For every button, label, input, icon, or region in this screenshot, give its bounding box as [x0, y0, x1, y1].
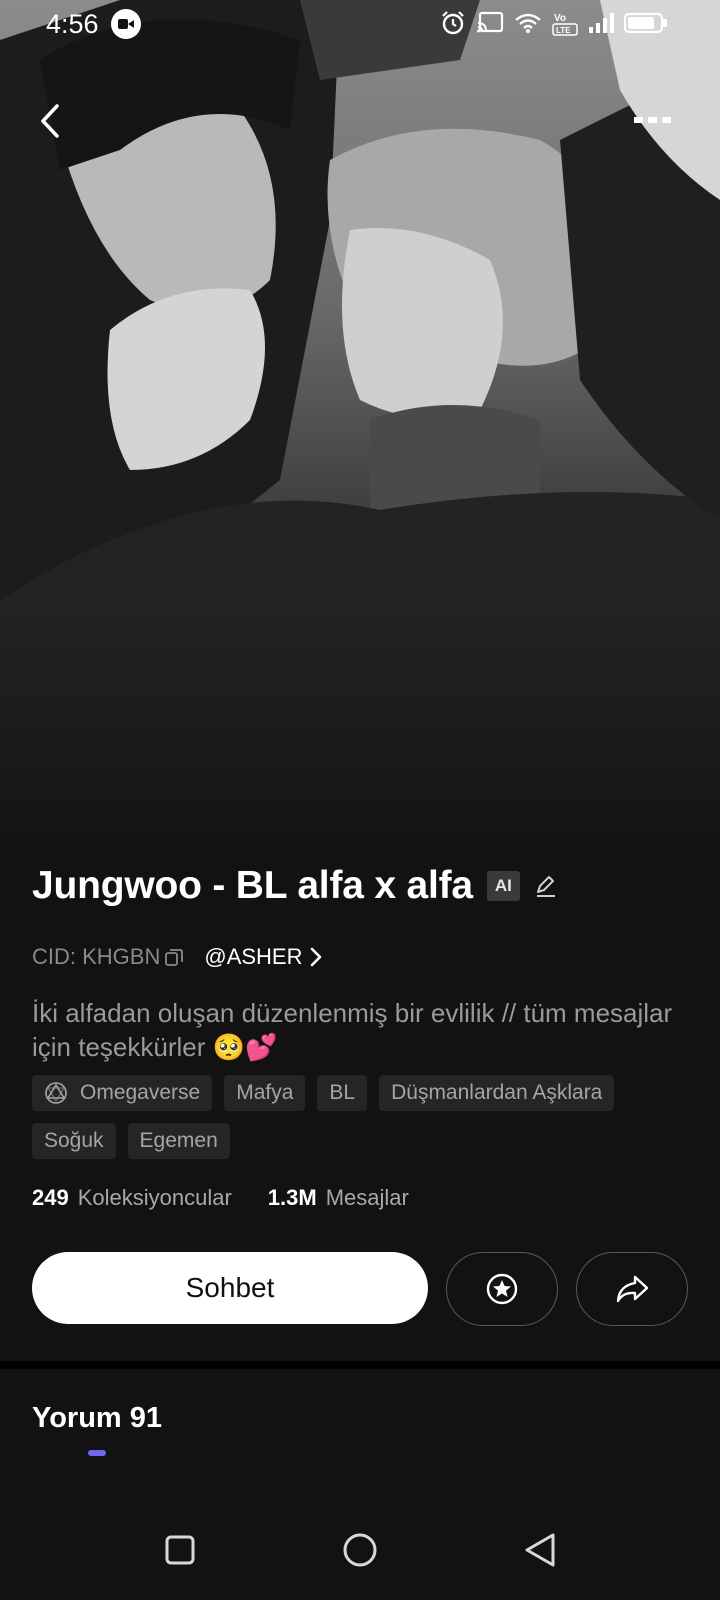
status-icons: Vo LTE [440, 10, 668, 36]
tab-comments[interactable]: Yorum 91 [32, 1402, 163, 1456]
more-dot [661, 117, 671, 123]
screen-record-icon [110, 9, 141, 39]
back-button[interactable] [30, 96, 70, 146]
tag-omegaverse[interactable]: Omegaverse [32, 1075, 213, 1111]
home-circle-icon [343, 1533, 377, 1567]
tag-label: Egemen [139, 1129, 218, 1152]
tag-label: Düşmanlardan Aşklara [391, 1081, 603, 1104]
signal-icon [589, 13, 614, 33]
tag-label: Omegaverse [80, 1081, 201, 1104]
status-bar: 4:56 Vo LTE [0, 0, 720, 48]
chat-button[interactable]: Sohbet [32, 1252, 428, 1324]
stats-row: 249 Koleksiyoncular 1.3M Mesajlar [32, 1185, 409, 1211]
system-back-button[interactable] [510, 1520, 570, 1580]
messages-label: Mesajlar [325, 1185, 409, 1210]
svg-text:LTE: LTE [556, 26, 571, 35]
alarm-icon [442, 11, 464, 35]
title-row: Jungwoo - BL alfa x alfa AI [32, 860, 558, 912]
section-divider [0, 1361, 720, 1369]
copy-icon[interactable] [164, 947, 184, 967]
system-nav-bar [0, 1500, 720, 1600]
recents-square-icon [165, 1535, 195, 1565]
omegaverse-icon [45, 1082, 67, 1104]
favorite-button[interactable] [446, 1252, 558, 1326]
cast-icon [477, 11, 504, 33]
battery-icon [624, 12, 667, 34]
character-id: CID: KHGBN [32, 944, 161, 969]
character-name: Jungwoo - BL alfa x alfa [32, 864, 473, 907]
tag-label: BL [329, 1081, 356, 1104]
collectors-label: Koleksiyoncular [77, 1185, 232, 1210]
character-cover-image [0, 0, 720, 870]
home-button[interactable] [330, 1520, 390, 1580]
more-dots-icon [633, 117, 643, 123]
tag-egemen[interactable]: Egemen [127, 1123, 230, 1159]
character-description: İki alfadan oluşan düzenlenmiş bir evlil… [32, 998, 673, 1062]
ai-badge: AI [486, 871, 520, 901]
wifi-icon [515, 13, 541, 33]
creator-link[interactable]: @ASHER [204, 944, 302, 970]
tag-dusmanlardan-asklara[interactable]: Düşmanlardan Aşklara [379, 1075, 615, 1111]
recents-button[interactable] [150, 1520, 210, 1580]
meta-row: CID: KHGBN @ASHER [32, 942, 323, 972]
chevron-left-icon [41, 104, 59, 138]
tag-soguk[interactable]: Soğuk [32, 1123, 116, 1159]
cover-fade [0, 610, 720, 870]
tag-list: Omegaverse Mafya BL Düşmanlardan Aşklara… [32, 1075, 682, 1159]
tag-label: Soğuk [44, 1129, 104, 1152]
tab-comments-label: Yorum 91 [32, 1402, 163, 1434]
share-icon [616, 1275, 649, 1303]
more-options-button[interactable] [624, 102, 680, 138]
collectors-count: 249 [32, 1185, 69, 1210]
chevron-right-icon [310, 947, 321, 967]
star-circle-icon [486, 1273, 518, 1305]
tag-bl[interactable]: BL [317, 1075, 368, 1111]
edit-icon[interactable] [534, 874, 558, 898]
back-triangle-icon [525, 1533, 555, 1567]
messages-count: 1.3M [267, 1185, 317, 1210]
status-time: 4:56 [46, 8, 99, 39]
tag-mafya[interactable]: Mafya [224, 1075, 306, 1111]
svg-text:Vo: Vo [554, 13, 566, 24]
more-dot [647, 117, 657, 123]
share-button[interactable] [576, 1252, 688, 1326]
volte-icon: Vo LTE [552, 13, 578, 36]
tab-active-indicator [88, 1450, 106, 1456]
tag-label: Mafya [236, 1081, 294, 1104]
